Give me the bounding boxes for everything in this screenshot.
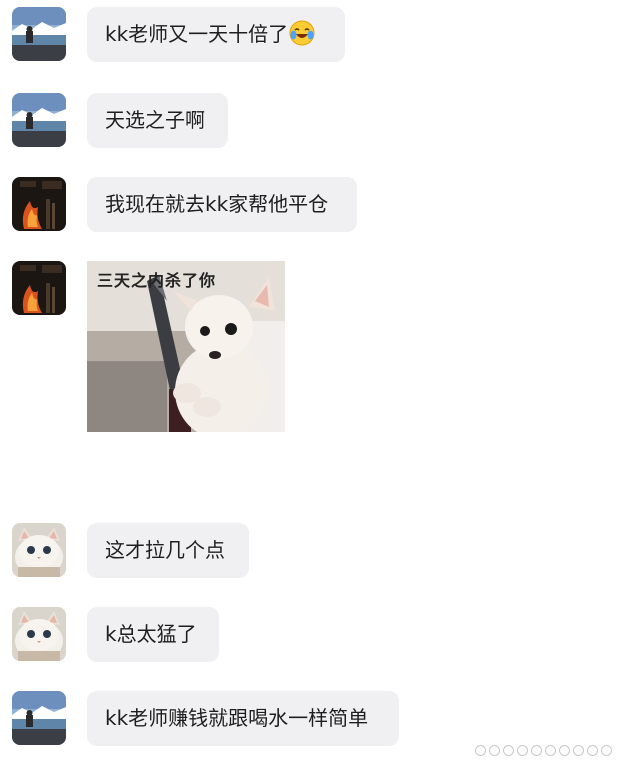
avatar-landscape[interactable] bbox=[12, 7, 66, 61]
watermark-dot-icon bbox=[475, 745, 486, 756]
watermark-dot-icon bbox=[503, 745, 514, 756]
watermark-dot-icon bbox=[517, 745, 528, 756]
laughing-tears-emoji-icon bbox=[289, 20, 315, 46]
message-bubble[interactable]: 这才拉几个点 bbox=[87, 523, 249, 578]
message-text: kk老师赚钱就跟喝水一样简单 bbox=[105, 706, 369, 730]
watermark-dot-icon bbox=[545, 745, 556, 756]
avatar-cat[interactable] bbox=[12, 607, 66, 661]
message-bubble[interactable]: kk老师又一天十倍了 bbox=[87, 7, 345, 62]
watermark-dot-icon bbox=[573, 745, 584, 756]
watermark-dot-icon bbox=[531, 745, 542, 756]
avatar-fire-night[interactable] bbox=[12, 177, 66, 231]
message-bubble[interactable]: kk老师赚钱就跟喝水一样简单 bbox=[87, 691, 399, 746]
avatar-fire-night[interactable] bbox=[12, 261, 66, 315]
message-bubble[interactable]: k总太猛了 bbox=[87, 607, 219, 662]
watermark-dot-icon bbox=[587, 745, 598, 756]
watermark-dot-icon bbox=[489, 745, 500, 756]
message-text: 天选之子啊 bbox=[105, 108, 205, 132]
watermark-logo bbox=[475, 745, 612, 756]
sticker-image[interactable]: 三天之内杀了你 bbox=[87, 261, 285, 432]
message-text: k总太猛了 bbox=[105, 622, 197, 646]
message-bubble[interactable]: 我现在就去kk家帮他平仓 bbox=[87, 177, 357, 232]
message-text: 这才拉几个点 bbox=[105, 538, 225, 562]
message-bubble[interactable]: 天选之子啊 bbox=[87, 93, 228, 148]
avatar-landscape[interactable] bbox=[12, 691, 66, 745]
message-text: kk老师又一天十倍了 bbox=[105, 22, 289, 46]
avatar-landscape[interactable] bbox=[12, 93, 66, 147]
watermark-dot-icon bbox=[559, 745, 570, 756]
sticker-caption: 三天之内杀了你 bbox=[97, 271, 217, 290]
avatar-cat[interactable] bbox=[12, 523, 66, 577]
message-text: 我现在就去kk家帮他平仓 bbox=[105, 192, 329, 216]
watermark-dot-icon bbox=[601, 745, 612, 756]
